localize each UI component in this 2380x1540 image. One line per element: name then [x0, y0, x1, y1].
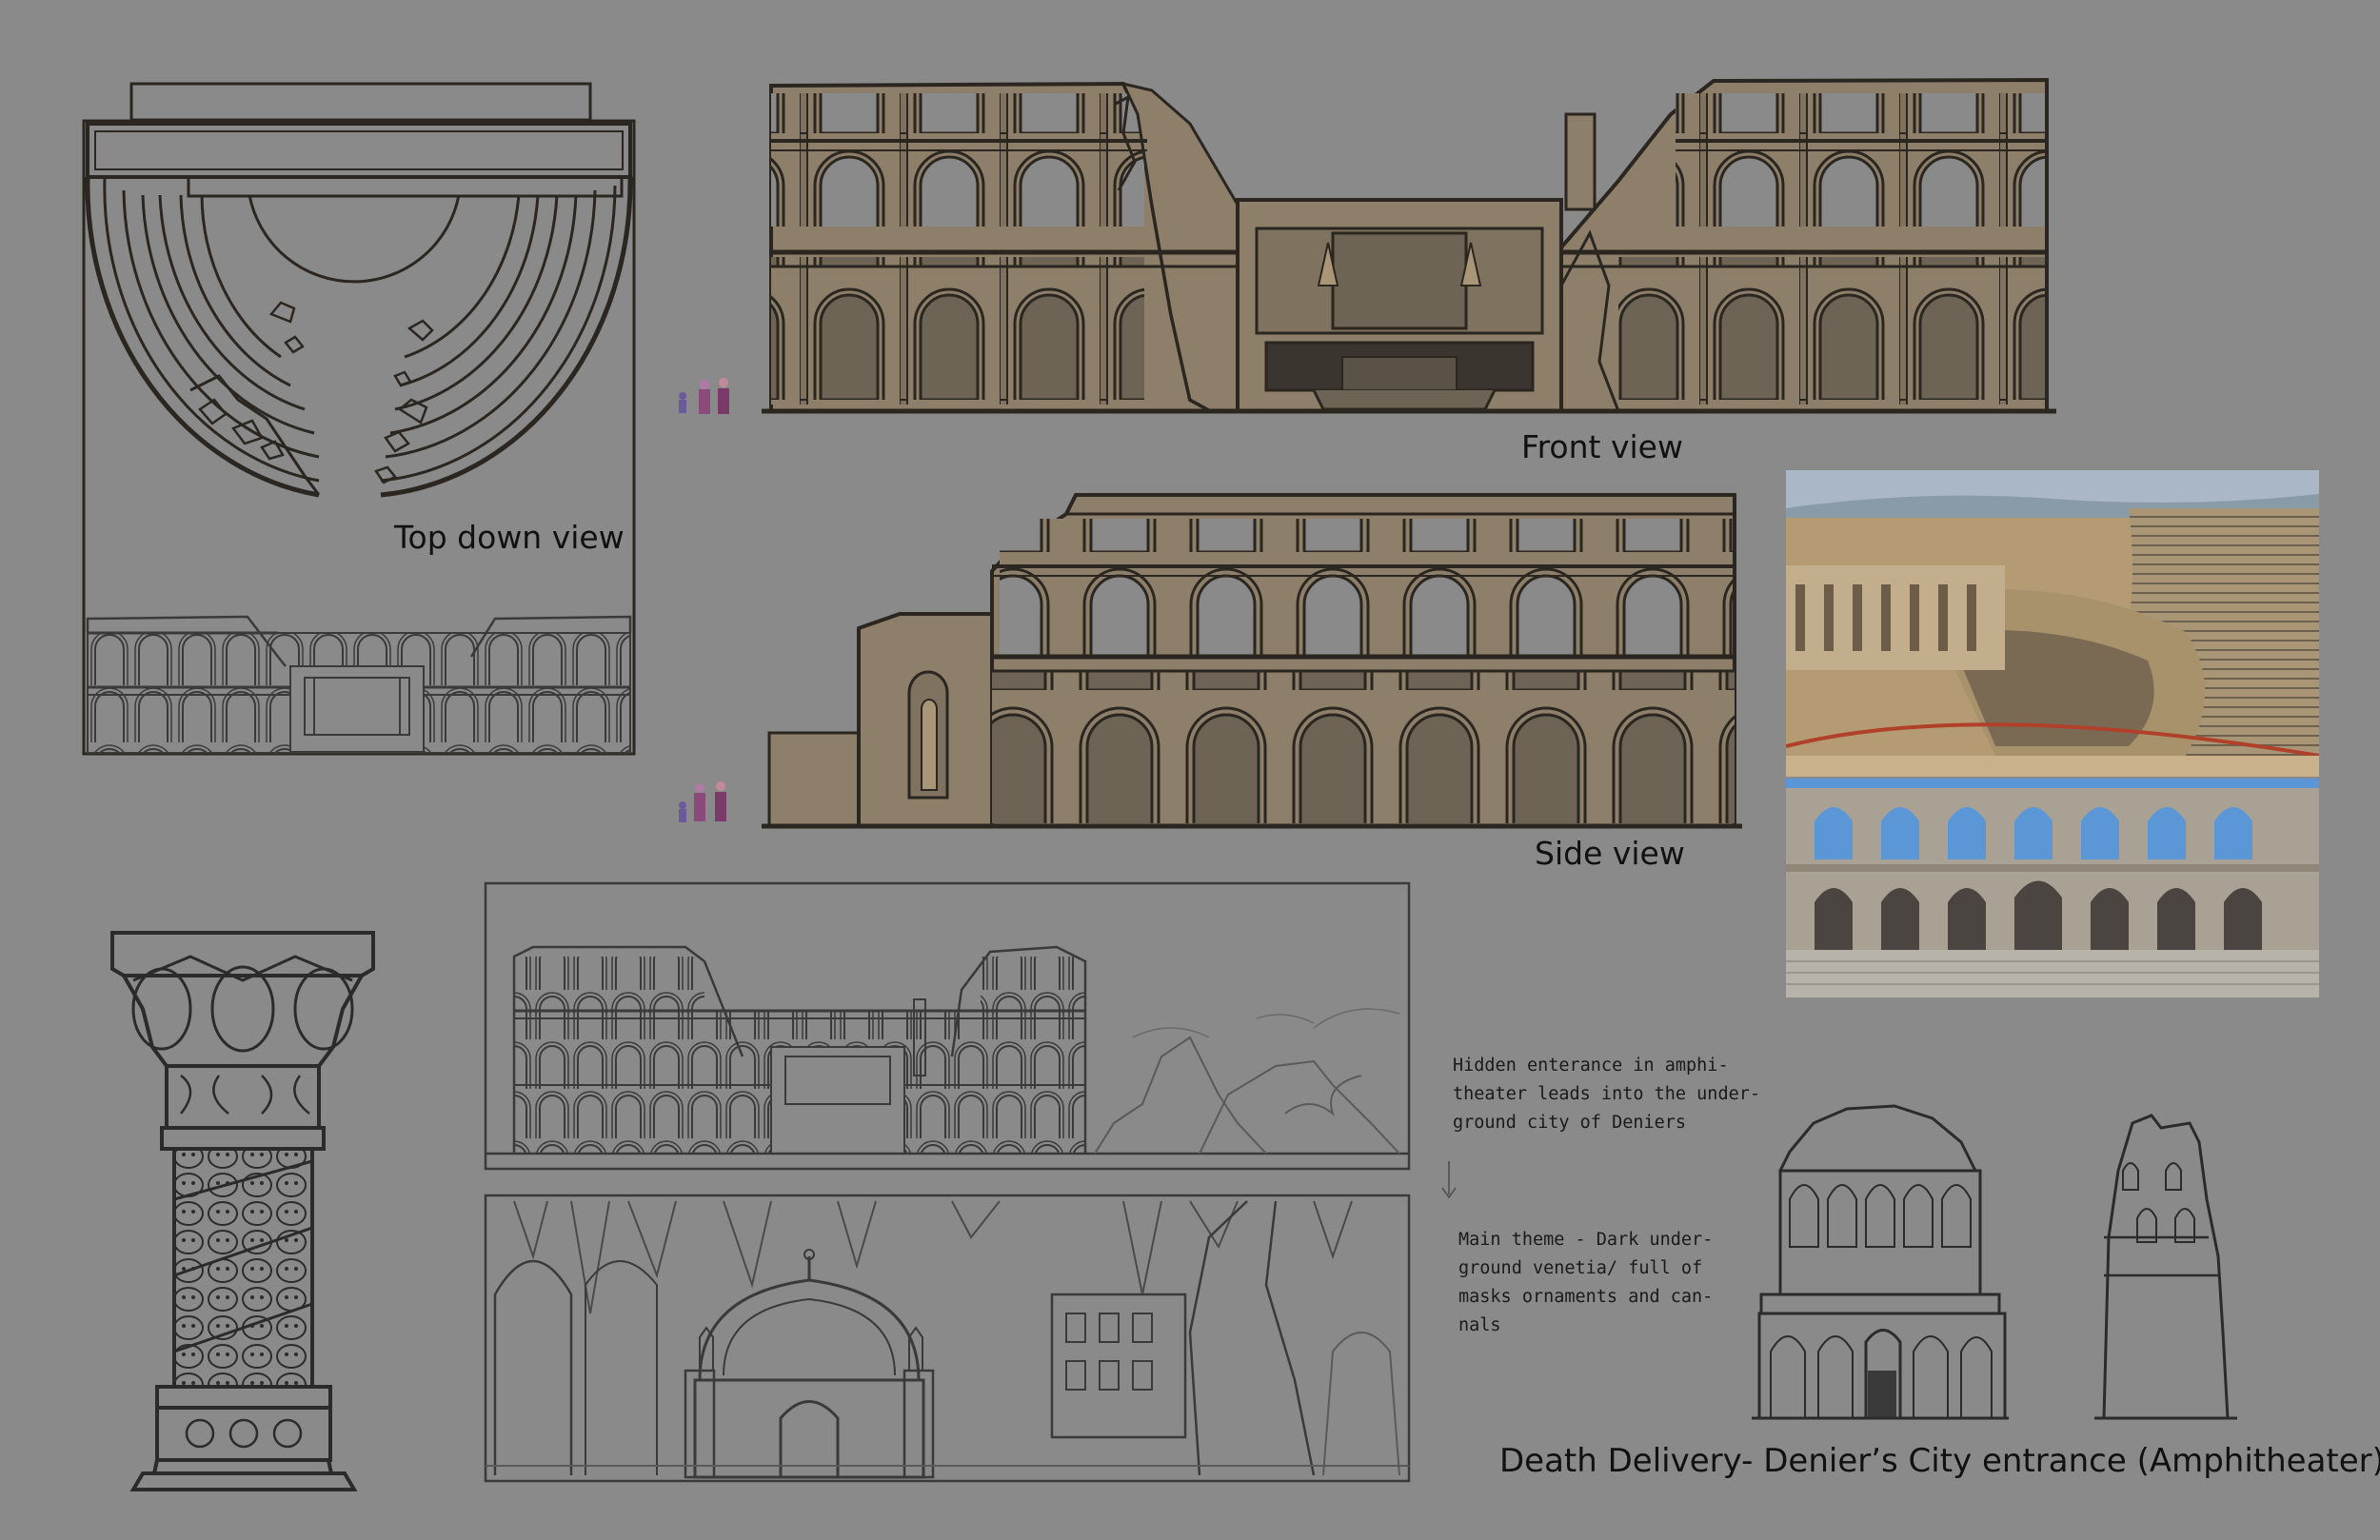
reference-photo-theater: [1786, 470, 2319, 777]
reference-photo-arena: [1786, 779, 2319, 997]
side-view-drawing: [679, 493, 1742, 829]
storyboard-panel-entrance: [484, 881, 1411, 1171]
top-down-view-label: Top down view: [394, 519, 625, 556]
scale-figures-side-icon: [679, 781, 726, 822]
down-arrow-icon: [1441, 1161, 1457, 1199]
storyboard-panel-underground-city: [484, 1194, 1411, 1483]
sheet-title: Death Delivery- Denier’s City entrance (…: [1499, 1442, 2380, 1480]
mausoleum-sketch-drawing: [1752, 1104, 2237, 1420]
top-down-view-drawing: [82, 82, 636, 756]
side-view-label: Side view: [1535, 835, 1685, 872]
front-view-label: Front view: [1521, 428, 1683, 465]
hidden-entrance-note: Hidden enterance in amphi- theater leads…: [1453, 1056, 1761, 1133]
scale-figures-icon: [679, 378, 729, 414]
main-theme-note: Main theme - Dark under- ground venetia/…: [1458, 1230, 1714, 1335]
front-view-drawing: [679, 77, 2056, 414]
column-drawing: [110, 931, 375, 1491]
